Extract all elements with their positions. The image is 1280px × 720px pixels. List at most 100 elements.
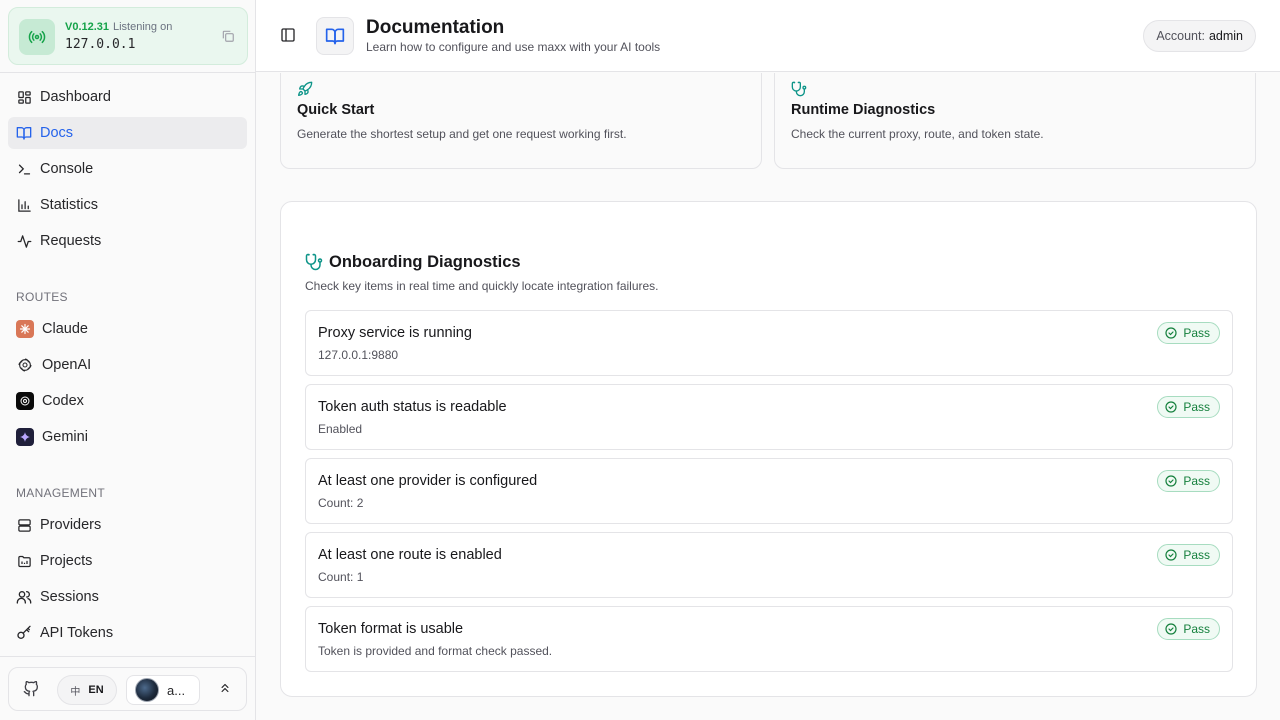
copy-icon: [222, 30, 234, 42]
sidebar-item-label: Claude: [42, 321, 88, 337]
sidebar-item-label: Statistics: [40, 197, 99, 213]
diagnostics-title: Onboarding Diagnostics: [329, 253, 521, 271]
status-badge: Pass: [1157, 618, 1220, 640]
sidebar-item-label: Codex: [42, 393, 84, 409]
lang-zh-option[interactable]: 中: [70, 683, 80, 698]
check-row: At least one route is enabled Count: 1 P…: [305, 532, 1233, 598]
check-label: At least one provider is configured: [318, 473, 538, 489]
sidebar-item-docs[interactable]: Docs: [8, 117, 247, 149]
sidebar-item-requests[interactable]: Requests: [8, 225, 247, 257]
rocket-icon: [297, 81, 313, 97]
sidebar-item-label: Requests: [40, 233, 102, 249]
account-badge[interactable]: Account: admin: [1143, 20, 1256, 52]
sidebar-item-claude[interactable]: Claude: [8, 313, 247, 345]
terminal-icon: [16, 161, 32, 177]
book-icon: [316, 17, 354, 55]
card-title: Runtime Diagnostics: [791, 102, 936, 118]
check-circle-icon: [1165, 623, 1177, 635]
stethoscope-icon: [791, 81, 807, 97]
sidebar-item-label: OpenAI: [42, 357, 92, 373]
avatar: [135, 678, 159, 702]
users-icon: [16, 589, 32, 605]
stethoscope-icon: [305, 253, 323, 271]
dashboard-icon: [16, 89, 32, 105]
page-header: Documentation Learn how to configure and…: [256, 0, 1280, 72]
sidebar-item-projects[interactable]: Projects: [8, 545, 247, 577]
sidebar-footer: 中 EN a...: [0, 656, 256, 720]
check-row: At least one provider is configured Coun…: [305, 458, 1233, 524]
server-address: 127.0.0.1: [65, 37, 136, 52]
sidebar-item-statistics[interactable]: Statistics: [8, 189, 247, 221]
bar-chart-icon: [16, 197, 32, 213]
book-icon: [16, 125, 32, 141]
sidebar-item-dashboard[interactable]: Dashboard: [8, 81, 247, 113]
status-badge: Pass: [1157, 396, 1220, 418]
sidebar-item-providers[interactable]: Providers: [8, 509, 247, 541]
server-status-card: V0.12.31 Listening on 127.0.0.1: [8, 7, 248, 65]
card-description: Generate the shortest setup and get one …: [297, 127, 627, 141]
server-version: V0.12.31: [65, 21, 110, 33]
listening-label: Listening on: [113, 21, 173, 33]
sidebar-item-label: Dashboard: [40, 89, 111, 105]
codex-icon: [16, 392, 34, 410]
sidebar-toggle-button[interactable]: [280, 27, 298, 45]
status-text: Pass: [1183, 474, 1210, 488]
status-badge: Pass: [1157, 322, 1220, 344]
status-text: Pass: [1183, 326, 1210, 340]
runtime-diagnostics-card[interactable]: Runtime Diagnostics Check the current pr…: [774, 73, 1256, 169]
sidebar-item-gemini[interactable]: Gemini: [8, 421, 247, 453]
page-subtitle: Learn how to configure and use maxx with…: [366, 40, 661, 54]
onboarding-diagnostics-panel: Onboarding Diagnostics Check key items i…: [280, 201, 1257, 697]
claude-icon: [16, 320, 34, 338]
status-badge: Pass: [1157, 470, 1220, 492]
check-label: Token format is usable: [318, 621, 464, 637]
user-menu-button[interactable]: a...: [126, 675, 200, 705]
check-detail: Count: 1: [318, 570, 364, 584]
quick-start-card[interactable]: Quick Start Generate the shortest setup …: [280, 73, 762, 169]
status-text: Pass: [1183, 622, 1210, 636]
sidebar-item-codex[interactable]: Codex: [8, 385, 247, 417]
panel-left-icon: [281, 28, 295, 42]
card-title: Quick Start: [297, 102, 375, 118]
chevrons-up-icon: [221, 683, 229, 693]
sidebar: V0.12.31 Listening on 127.0.0.1 Dashboar…: [0, 0, 256, 720]
sidebar-item-label: Console: [40, 161, 94, 177]
github-button[interactable]: [23, 680, 41, 699]
sidebar-item-sessions[interactable]: Sessions: [8, 581, 247, 613]
management-section-label: MANAGEMENT: [16, 486, 106, 500]
activity-icon: [16, 233, 32, 249]
check-detail: Enabled: [318, 422, 363, 436]
check-label: At least one route is enabled: [318, 547, 502, 563]
check-detail: Token is provided and format check passe…: [318, 644, 553, 658]
sidebar-item-console[interactable]: Console: [8, 153, 247, 185]
broadcast-icon: [19, 19, 55, 55]
sidebar-item-label: Gemini: [42, 429, 88, 445]
sidebar-item-label: Sessions: [40, 589, 99, 605]
check-label: Token auth status is readable: [318, 399, 507, 415]
check-circle-icon: [1165, 327, 1177, 339]
check-circle-icon: [1165, 475, 1177, 487]
sidebar-item-label: API Tokens: [40, 625, 114, 641]
sidebar-item-openai[interactable]: OpenAI: [8, 349, 247, 381]
language-toggle[interactable]: 中 EN: [57, 675, 117, 705]
check-row: Token auth status is readable Enabled Pa…: [305, 384, 1233, 450]
lang-en-option[interactable]: EN: [88, 684, 103, 696]
check-detail: Count: 2: [318, 496, 364, 510]
account-label: Account:: [1156, 29, 1205, 43]
folder-icon: [16, 553, 32, 569]
page-title: Documentation: [366, 17, 505, 38]
diagnostics-description: Check key items in real time and quickly…: [305, 279, 659, 293]
sidebar-item-label: Projects: [40, 553, 93, 569]
card-description: Check the current proxy, route, and toke…: [791, 127, 1044, 141]
sidebar-item-label: Docs: [40, 125, 74, 141]
user-name: a...: [167, 682, 186, 698]
status-badge: Pass: [1157, 544, 1220, 566]
copy-address-button[interactable]: [219, 27, 237, 45]
sidebar-item-api-tokens[interactable]: API Tokens: [8, 617, 247, 649]
status-text: Pass: [1183, 548, 1210, 562]
account-name: admin: [1208, 29, 1243, 43]
sidebar-divider: [0, 72, 256, 73]
sidebar-item-label: Providers: [40, 517, 102, 533]
expand-menu-button[interactable]: [218, 681, 234, 697]
check-label: Proxy service is running: [318, 325, 472, 341]
